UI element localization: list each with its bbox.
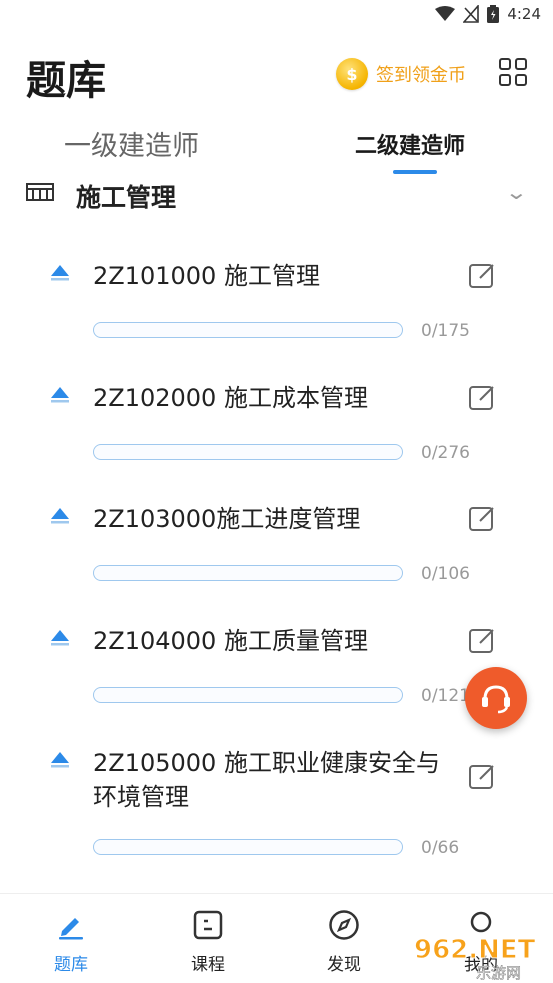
edit-icon[interactable] bbox=[468, 762, 496, 790]
status-bar: 4:24 bbox=[0, 0, 553, 30]
progress-bar bbox=[93, 444, 403, 460]
nav-label: 课程 bbox=[191, 955, 225, 975]
edit-icon[interactable] bbox=[468, 626, 496, 654]
battery-icon bbox=[487, 5, 500, 23]
subject-title: 施工管理 bbox=[76, 183, 177, 212]
chevron-down-icon[interactable]: ⌄ bbox=[505, 180, 528, 204]
chapter-title: 2Z104000 施工质量管理 bbox=[93, 627, 368, 655]
eject-icon bbox=[51, 265, 69, 281]
course-icon bbox=[191, 908, 225, 942]
progress-count: 0/276 bbox=[421, 443, 470, 463]
exam-tabs: 一级建造师 二级建造师 bbox=[0, 118, 553, 178]
status-icons: 4:24 bbox=[435, 5, 541, 23]
edit-icon[interactable] bbox=[468, 383, 496, 411]
ruler-icon bbox=[26, 183, 54, 201]
checkin-button[interactable]: $ 签到领金币 bbox=[336, 58, 466, 90]
nav-label: 发现 bbox=[327, 955, 361, 975]
grid-menu-icon[interactable] bbox=[499, 58, 527, 86]
header: 题库 $ 签到领金币 bbox=[0, 48, 553, 108]
progress-count: 0/175 bbox=[421, 321, 470, 341]
eject-icon bbox=[51, 630, 69, 646]
checkin-label: 签到领金币 bbox=[376, 65, 466, 86]
watermark-text: 962.NET bbox=[414, 935, 536, 965]
progress-bar bbox=[93, 565, 403, 581]
chapter-title: 2Z101000 施工管理 bbox=[93, 262, 320, 290]
coin-icon: $ bbox=[336, 58, 368, 90]
chapter-title: 2Z105000 施工职业健康安全与环境管理 bbox=[93, 749, 440, 811]
nav-label: 题库 bbox=[54, 955, 88, 975]
nav-tiku[interactable]: 题库 bbox=[31, 908, 111, 975]
eject-icon bbox=[51, 508, 69, 524]
nav-discover[interactable]: 发现 bbox=[304, 908, 384, 975]
eject-icon bbox=[51, 752, 69, 768]
watermark-subtext: 乐游网 bbox=[476, 964, 521, 982]
status-time: 4:24 bbox=[507, 5, 541, 23]
compass-icon bbox=[327, 908, 361, 942]
edit-icon[interactable] bbox=[468, 261, 496, 289]
subject-selector[interactable]: 施工管理 ⌄ bbox=[0, 172, 553, 220]
progress-bar bbox=[93, 839, 403, 855]
signal-icon bbox=[463, 5, 480, 23]
nav-course[interactable]: 课程 bbox=[168, 908, 248, 975]
headset-icon bbox=[482, 685, 510, 714]
watermark-logo: 962.NET 乐游网 bbox=[414, 935, 537, 983]
chapter-title: 2Z103000施工进度管理 bbox=[93, 505, 361, 533]
progress-count: 0/121 bbox=[421, 686, 470, 706]
tab-second-class[interactable]: 二级建造师 bbox=[355, 128, 465, 160]
eject-icon bbox=[51, 387, 69, 403]
chapter-title: 2Z102000 施工成本管理 bbox=[93, 384, 368, 412]
edit-icon[interactable] bbox=[468, 504, 496, 532]
wifi-icon bbox=[435, 6, 456, 21]
tab-first-class[interactable]: 一级建造师 bbox=[64, 124, 199, 163]
page-title: 题库 bbox=[26, 58, 106, 104]
pencil-icon bbox=[54, 908, 88, 942]
progress-count: 0/106 bbox=[421, 564, 470, 584]
progress-bar bbox=[93, 322, 403, 338]
progress-bar bbox=[93, 687, 403, 703]
customer-service-button[interactable] bbox=[465, 667, 527, 729]
progress-count: 0/66 bbox=[421, 838, 460, 858]
